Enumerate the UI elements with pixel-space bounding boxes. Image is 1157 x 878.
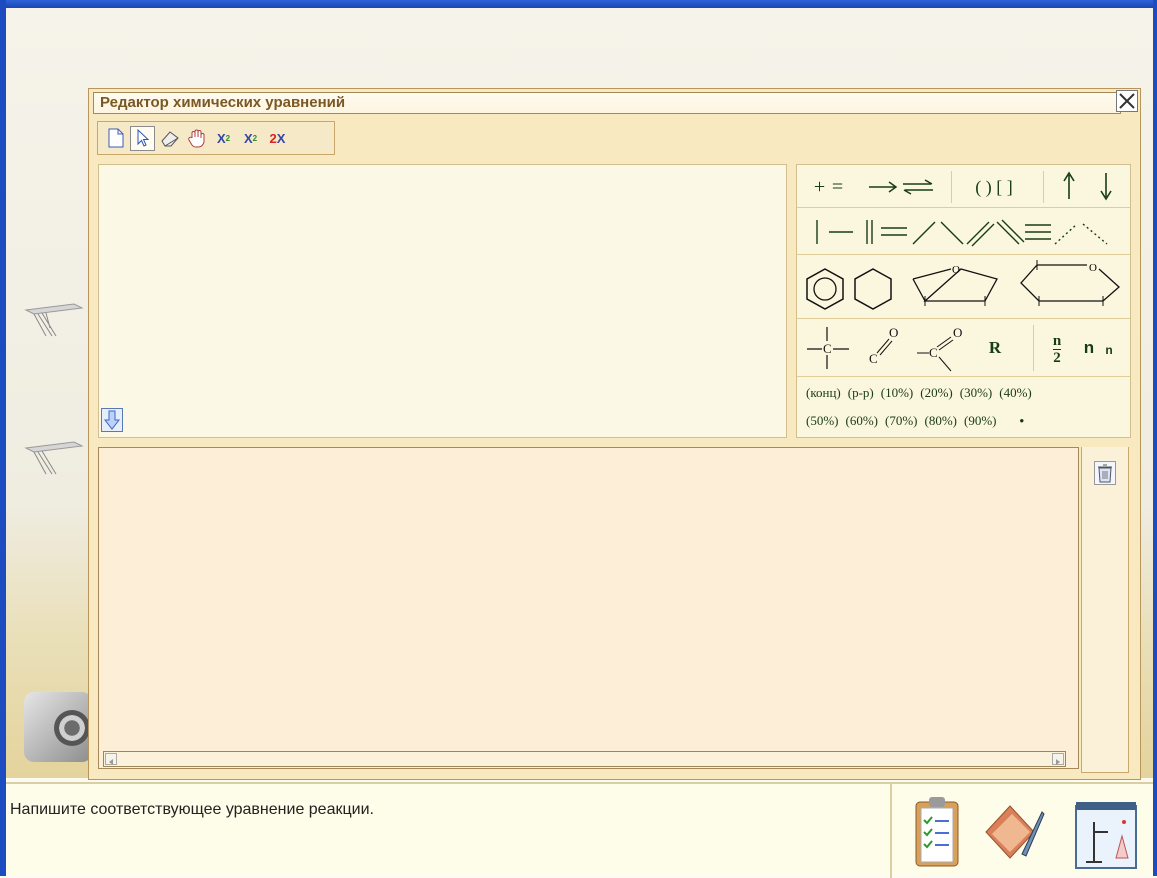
camera-icon[interactable]: [24, 692, 92, 762]
new-document-icon[interactable]: [103, 126, 128, 151]
arrow-down-icon[interactable]: [101, 408, 123, 432]
label-30pct[interactable]: (30%): [960, 385, 993, 401]
task-instruction-text: Напишите соответствующее уравнение реакц…: [10, 801, 374, 818]
subscript-icon[interactable]: X2: [238, 126, 263, 151]
fraction-n-over-2[interactable]: n 2: [1047, 329, 1067, 369]
fraction-denominator: 2: [1053, 349, 1061, 366]
pointer-arrow-icon[interactable]: [130, 125, 155, 151]
bottom-divider: [890, 784, 892, 878]
label-70pct[interactable]: (70%): [885, 413, 918, 429]
label-80pct[interactable]: (80%): [925, 413, 958, 429]
label-10pct[interactable]: (10%): [881, 385, 914, 401]
window-right-border: [1153, 0, 1157, 876]
gas-up-arrow-icon[interactable]: [1062, 171, 1076, 201]
bond-symbols[interactable]: [811, 214, 1127, 248]
pyranose-oxygen-label: O: [1089, 262, 1097, 274]
carbon-tetravalent-icon[interactable]: C: [805, 325, 851, 371]
dialog-title: Редактор химических уравнений: [93, 92, 1121, 114]
scroll-right-icon[interactable]: [1052, 753, 1064, 765]
label-20pct[interactable]: (20%): [920, 385, 953, 401]
scroll-left-icon[interactable]: [105, 753, 117, 765]
clipboard-checklist-icon[interactable]: [908, 792, 966, 872]
hand-pan-icon[interactable]: [184, 126, 209, 151]
label-solution[interactable]: (р-р): [848, 385, 874, 401]
palette-row-rings: O O: [797, 255, 1130, 319]
equals-symbol[interactable]: =: [829, 175, 846, 199]
carbon-label: C: [823, 341, 832, 356]
furanose-oxygen-label: O: [952, 264, 960, 276]
label-konc[interactable]: (конц): [806, 385, 841, 401]
carboxyl-group-icon[interactable]: C O: [915, 323, 973, 375]
label-50pct[interactable]: (50%): [806, 413, 839, 429]
palette-row-bonds: [797, 208, 1130, 255]
palette-row-operators: + = ( ) [ ]: [797, 165, 1130, 208]
furanose-ring-icon[interactable]: O: [905, 261, 1005, 311]
eraser-icon[interactable]: [157, 126, 182, 151]
carbonyl-carbon-label: C: [869, 351, 878, 366]
equilibrium-arrow-icon[interactable]: [901, 178, 935, 196]
folder-pen-icon[interactable]: [982, 792, 1046, 872]
shelf-left-upper: [24, 303, 84, 337]
superscript-icon[interactable]: X2: [211, 126, 236, 151]
carboxyl-carbon-label: C: [929, 345, 938, 360]
brackets-symbols[interactable]: ( ) [ ]: [963, 175, 1025, 199]
coefficient-icon[interactable]: 2X: [265, 126, 290, 151]
carbonyl-group-icon[interactable]: C O: [863, 323, 903, 371]
equation-output-area[interactable]: [98, 447, 1079, 769]
output-side-panel: [1081, 447, 1129, 773]
dot-symbol[interactable]: •: [1020, 413, 1025, 429]
horizontal-scrollbar[interactable]: [103, 751, 1066, 767]
plus-symbol[interactable]: +: [811, 175, 828, 199]
carboxyl-oxygen-label: O: [953, 325, 962, 340]
index-n-large[interactable]: n: [1079, 335, 1099, 361]
window-top-border: [0, 0, 1157, 8]
benzene-ring-icon[interactable]: [805, 267, 845, 311]
trash-icon[interactable]: [1094, 461, 1116, 485]
editor-toolbar: X2 X2 2X: [97, 121, 335, 155]
palette-row-conditions-2: (50%) (60%) (70%) (80%) (90%) •: [806, 413, 1024, 429]
bottom-panel: Напишите соответствующее уравнение реакц…: [6, 782, 1153, 878]
close-icon[interactable]: [1116, 90, 1138, 112]
symbol-palette: + = ( ) [ ] O O C C O C O R n 2 n n (кон…: [796, 164, 1131, 438]
shelf-left-lower: [24, 441, 84, 475]
cyclohexane-ring-icon[interactable]: [853, 267, 893, 311]
fraction-numerator: n: [1052, 332, 1062, 350]
index-n-small[interactable]: n: [1101, 339, 1117, 361]
arrow-right-icon[interactable]: [867, 178, 899, 196]
label-90pct[interactable]: (90%): [964, 413, 997, 429]
radical-r-symbol[interactable]: R: [983, 335, 1007, 361]
lab-stand-icon[interactable]: [1072, 792, 1140, 872]
label-60pct[interactable]: (60%): [846, 413, 879, 429]
palette-row-groups: C C O C O R n 2 n n: [797, 319, 1130, 377]
equation-input-area[interactable]: [98, 164, 787, 438]
precipitate-down-arrow-icon[interactable]: [1099, 171, 1113, 201]
palette-row-conditions-1: (конц) (р-р) (10%) (20%) (30%) (40%): [806, 385, 1032, 401]
chemical-equation-editor-dialog: Редактор химических уравнений X2 X2 2X +…: [88, 88, 1141, 780]
carbonyl-oxygen-label: O: [889, 325, 898, 340]
pyranose-ring-icon[interactable]: O: [1015, 257, 1125, 315]
label-40pct[interactable]: (40%): [999, 385, 1032, 401]
